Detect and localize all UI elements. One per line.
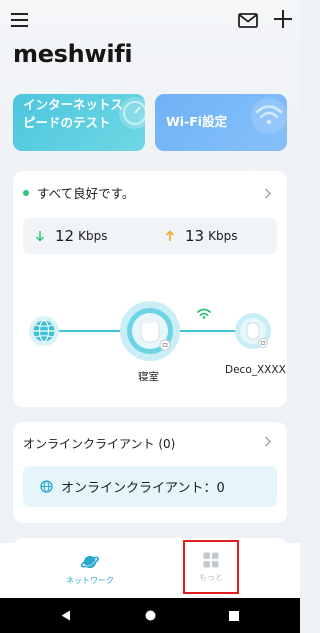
speed-test-label: インターネットスピードのテスト — [23, 97, 124, 130]
network-status-card[interactable]: すべて良好です。 12 Kbps 13 Kbps 寝室 Deco_XXXX — [13, 171, 287, 407]
download-value: 12 — [55, 227, 75, 245]
bottom-navigation: ネットワーク もっと — [0, 540, 300, 598]
satellite-deco-node[interactable] — [235, 313, 271, 349]
home-icon[interactable] — [138, 598, 162, 633]
top-bar — [0, 0, 300, 40]
speed-test-tile[interactable]: インターネットスピードのテスト — [13, 94, 145, 151]
wifi-settings-tile[interactable]: Wi-Fi設定 — [155, 94, 287, 151]
status-row: すべて良好です。 — [23, 183, 134, 202]
status-text: すべて良好です。 — [37, 186, 135, 201]
chevron-right-icon — [265, 436, 271, 447]
system-navigation-bar — [0, 598, 300, 633]
download-arrow-icon — [35, 231, 45, 242]
status-dot — [23, 189, 29, 196]
nav-more[interactable]: もっと — [183, 540, 239, 594]
nav-network-label: ネットワーク — [66, 576, 114, 585]
online-clients-card[interactable]: オンラインクライアント (0) オンラインクライアント：0 — [13, 422, 287, 523]
wifi-signal-icon — [197, 308, 211, 319]
chevron-right-icon — [265, 188, 271, 199]
online-clients-box[interactable]: オンラインクライアント：0 — [23, 466, 277, 507]
speed-panel: 12 Kbps 13 Kbps — [23, 218, 277, 254]
menu-icon[interactable] — [8, 8, 32, 32]
upload-speed: 13 Kbps — [163, 218, 237, 254]
wifi-settings-label: Wi-Fi設定 — [166, 114, 228, 129]
globe-icon — [40, 480, 53, 493]
internet-globe-icon[interactable] — [29, 316, 59, 346]
planet-icon — [81, 556, 99, 568]
download-unit: Kbps — [78, 229, 108, 243]
online-clients-count-text: オンラインクライアント：0 — [61, 481, 225, 496]
plus-icon[interactable] — [270, 6, 296, 32]
satellite-node-label: Deco_XXXX — [225, 364, 286, 376]
back-icon[interactable] — [54, 598, 78, 633]
online-clients-title: オンラインクライアント (0) — [23, 437, 176, 451]
upload-arrow-icon — [165, 230, 175, 241]
upload-value: 13 — [185, 227, 205, 245]
mail-icon[interactable] — [236, 8, 260, 32]
nav-more-label: もっと — [199, 572, 223, 582]
grid-icon — [203, 552, 219, 567]
app-title: meshwifi — [13, 40, 133, 68]
download-speed: 12 Kbps — [33, 218, 107, 254]
main-deco-node[interactable] — [120, 301, 180, 361]
network-topology: 寝室 Deco_XXXX — [13, 281, 287, 401]
main-node-label: 寝室 — [138, 371, 159, 383]
nav-network[interactable]: ネットワーク — [60, 553, 120, 586]
recents-icon[interactable] — [222, 598, 246, 633]
upload-unit: Kbps — [208, 229, 238, 243]
wifi-icon — [251, 98, 287, 134]
